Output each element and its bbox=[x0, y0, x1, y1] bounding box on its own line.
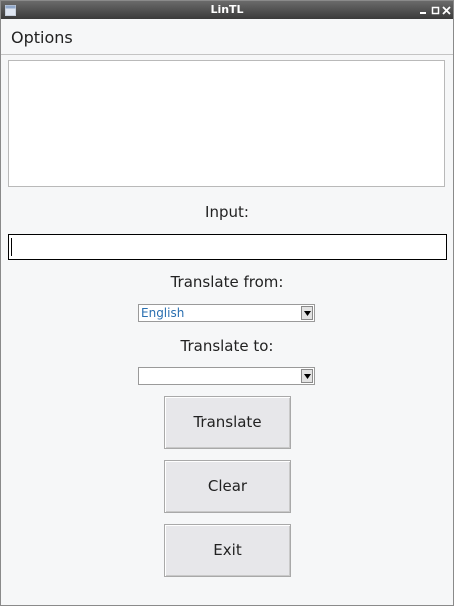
app-window: LinTL Options Input: Translate from: Eng… bbox=[0, 0, 454, 606]
translate-from-select[interactable]: English bbox=[138, 304, 315, 322]
title-bar[interactable]: LinTL bbox=[1, 1, 453, 19]
minimize-icon[interactable] bbox=[418, 4, 429, 15]
exit-button[interactable]: Exit bbox=[164, 524, 291, 577]
input-label: Input: bbox=[205, 203, 249, 221]
translate-to-select[interactable] bbox=[138, 367, 315, 385]
translate-to-label: Translate to: bbox=[180, 337, 274, 355]
window-title: LinTL bbox=[210, 3, 244, 16]
menu-options[interactable]: Options bbox=[11, 28, 73, 47]
translate-from-value: English bbox=[141, 306, 185, 320]
maximize-icon[interactable] bbox=[430, 4, 441, 15]
output-textarea[interactable] bbox=[8, 60, 445, 187]
close-icon[interactable] bbox=[441, 4, 452, 15]
chevron-down-icon[interactable] bbox=[301, 369, 313, 383]
text-caret bbox=[11, 238, 12, 256]
translate-from-label: Translate from: bbox=[170, 273, 284, 291]
clear-button[interactable]: Clear bbox=[164, 460, 291, 513]
menu-bar: Options bbox=[1, 20, 453, 55]
chevron-down-icon[interactable] bbox=[301, 306, 313, 320]
translate-button[interactable]: Translate bbox=[164, 396, 291, 449]
input-field[interactable] bbox=[8, 234, 447, 260]
